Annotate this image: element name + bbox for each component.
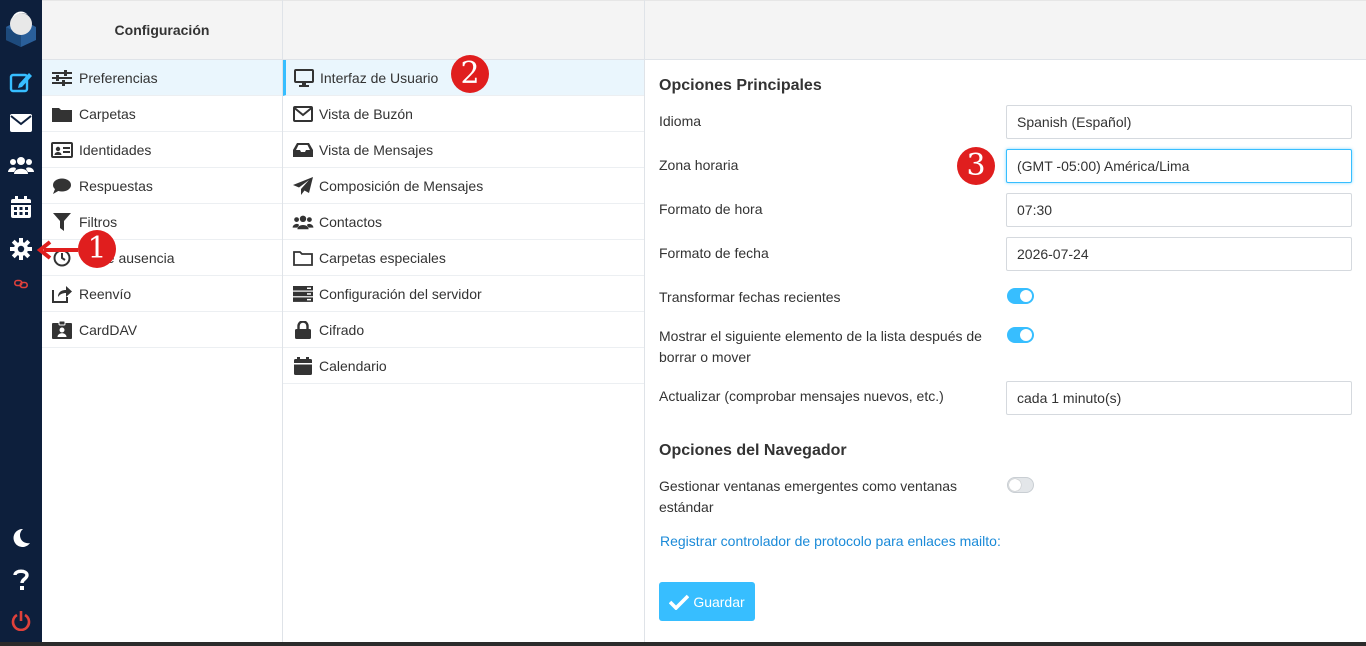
time-format-label: Formato de hora	[659, 201, 763, 217]
annotation-marker-2: 2	[451, 55, 489, 93]
date-format-select[interactable]: 2026-07-24	[1006, 237, 1352, 271]
share-icon	[51, 285, 73, 303]
settings-item-reenvio[interactable]: Reenvío	[42, 276, 282, 312]
settings-panel: Configuración Preferencias Carpetas Iden…	[42, 0, 283, 646]
section-item-label: Configuración del servidor	[319, 285, 482, 302]
time-format-select[interactable]: 07:30	[1006, 193, 1352, 227]
section-title-browser: Opciones del Navegador	[659, 442, 847, 459]
settings-panel-title: Configuración	[42, 0, 282, 60]
folder-outline-icon	[292, 249, 314, 267]
envelope-outline-icon	[292, 105, 314, 123]
section-item-label: Composición de Mensajes	[319, 177, 484, 194]
annotation-marker-3: 3	[957, 147, 995, 185]
refresh-select[interactable]: cada 1 minuto(s)	[1006, 381, 1352, 415]
sections-panel: Interfaz de Usuario Vista de Buzón Vista…	[283, 0, 645, 646]
roundcube-logo-icon[interactable]	[0, 8, 42, 48]
question-icon[interactable]	[0, 560, 42, 600]
preferences-form: Opciones Principales Idioma Spanish (Esp…	[645, 0, 1366, 646]
pretty-date-label: Transformar fechas recientes	[659, 289, 841, 305]
settings-item-label: Preferencias	[79, 69, 158, 86]
server-icon	[292, 285, 314, 303]
users-icon[interactable]	[0, 145, 42, 185]
chain-link-icon[interactable]	[0, 264, 42, 304]
nav-rail	[0, 0, 42, 646]
moon-icon[interactable]	[0, 518, 42, 558]
app: Configuración Preferencias Carpetas Iden…	[0, 0, 1366, 646]
popups-label: Gestionar ventanas emergentes como venta…	[659, 478, 958, 515]
next-item-label: Mostrar el siguiente elemento de la list…	[659, 328, 982, 365]
settings-item-identidades[interactable]: Identidades	[42, 132, 282, 168]
section-item-label: Vista de Buzón	[319, 105, 413, 122]
section-item-label: Carpetas especiales	[319, 249, 446, 266]
address-book-icon	[51, 320, 73, 339]
section-item-cifrado[interactable]: Cifrado	[283, 312, 644, 348]
section-item-label: Vista de Mensajes	[319, 141, 434, 158]
settings-item-label: CardDAV	[79, 321, 138, 338]
section-item-composicion[interactable]: Composición de Mensajes	[283, 168, 644, 204]
section-item-label: Calendario	[319, 357, 387, 374]
section-item-calendario[interactable]: Calendario	[283, 348, 644, 384]
settings-item-respuestas[interactable]: Respuestas	[42, 168, 282, 204]
language-select[interactable]: Spanish (Español)	[1006, 105, 1352, 139]
section-item-carpetas-especiales[interactable]: Carpetas especiales	[283, 240, 644, 276]
settings-item-carddav[interactable]: CardDAV	[42, 312, 282, 348]
mailto-handler-link[interactable]: Registrar controlador de protocolo para …	[660, 533, 1001, 549]
sections-panel-header	[283, 0, 644, 60]
language-label: Idioma	[659, 113, 702, 129]
pretty-date-toggle[interactable]	[1007, 288, 1034, 304]
check-icon	[669, 594, 690, 610]
timezone-select[interactable]: (GMT -05:00) América/Lima	[1006, 149, 1352, 183]
form-header	[645, 0, 1366, 60]
paper-plane-icon	[292, 176, 314, 195]
power-icon[interactable]	[0, 601, 42, 641]
id-card-icon	[51, 141, 73, 159]
settings-item-label: Reenvío	[79, 285, 132, 302]
settings-item-label: Carpetas	[79, 105, 136, 122]
refresh-label: Actualizar (comprobar mensajes nuevos, e…	[659, 388, 944, 404]
date-format-label: Formato de fecha	[659, 245, 769, 261]
calendar-icon[interactable]	[0, 187, 42, 227]
settings-item-preferencias[interactable]: Preferencias	[42, 60, 282, 96]
section-item-contactos[interactable]: Contactos	[283, 204, 644, 240]
arrow-left-icon	[36, 240, 80, 263]
section-item-label: Contactos	[319, 213, 383, 230]
section-item-label: Cifrado	[319, 321, 365, 338]
sliders-icon	[51, 69, 73, 87]
comment-icon	[51, 177, 73, 195]
users-icon	[292, 213, 314, 231]
filter-icon	[51, 212, 73, 231]
settings-item-label: Respuestas	[79, 177, 153, 194]
annotation-marker-1: 1	[78, 230, 116, 268]
inbox-icon	[292, 141, 314, 159]
compose-icon[interactable]	[0, 62, 42, 102]
save-button[interactable]: Guardar	[659, 582, 755, 621]
next-item-toggle[interactable]	[1007, 327, 1034, 343]
save-button-label: Guardar	[693, 593, 745, 610]
section-item-servidor[interactable]: Configuración del servidor	[283, 276, 644, 312]
section-item-vista-buzon[interactable]: Vista de Buzón	[283, 96, 644, 132]
settings-item-label: Identidades	[79, 141, 152, 158]
timezone-label: Zona horaria	[659, 157, 739, 173]
settings-item-label: Filtros	[79, 213, 118, 230]
popups-toggle[interactable]	[1007, 477, 1034, 493]
section-title-main: Opciones Principales	[659, 77, 822, 94]
envelope-icon[interactable]	[0, 103, 42, 143]
section-item-label: Interfaz de Usuario	[320, 69, 439, 86]
lock-icon	[292, 320, 314, 339]
calendar-icon	[292, 356, 314, 375]
section-item-vista-mensajes[interactable]: Vista de Mensajes	[283, 132, 644, 168]
bottom-bar	[0, 642, 1366, 646]
monitor-icon	[293, 68, 315, 87]
folder-icon	[51, 105, 73, 123]
settings-item-carpetas[interactable]: Carpetas	[42, 96, 282, 132]
settings-item-filtros[interactable]: Filtros	[42, 204, 282, 240]
